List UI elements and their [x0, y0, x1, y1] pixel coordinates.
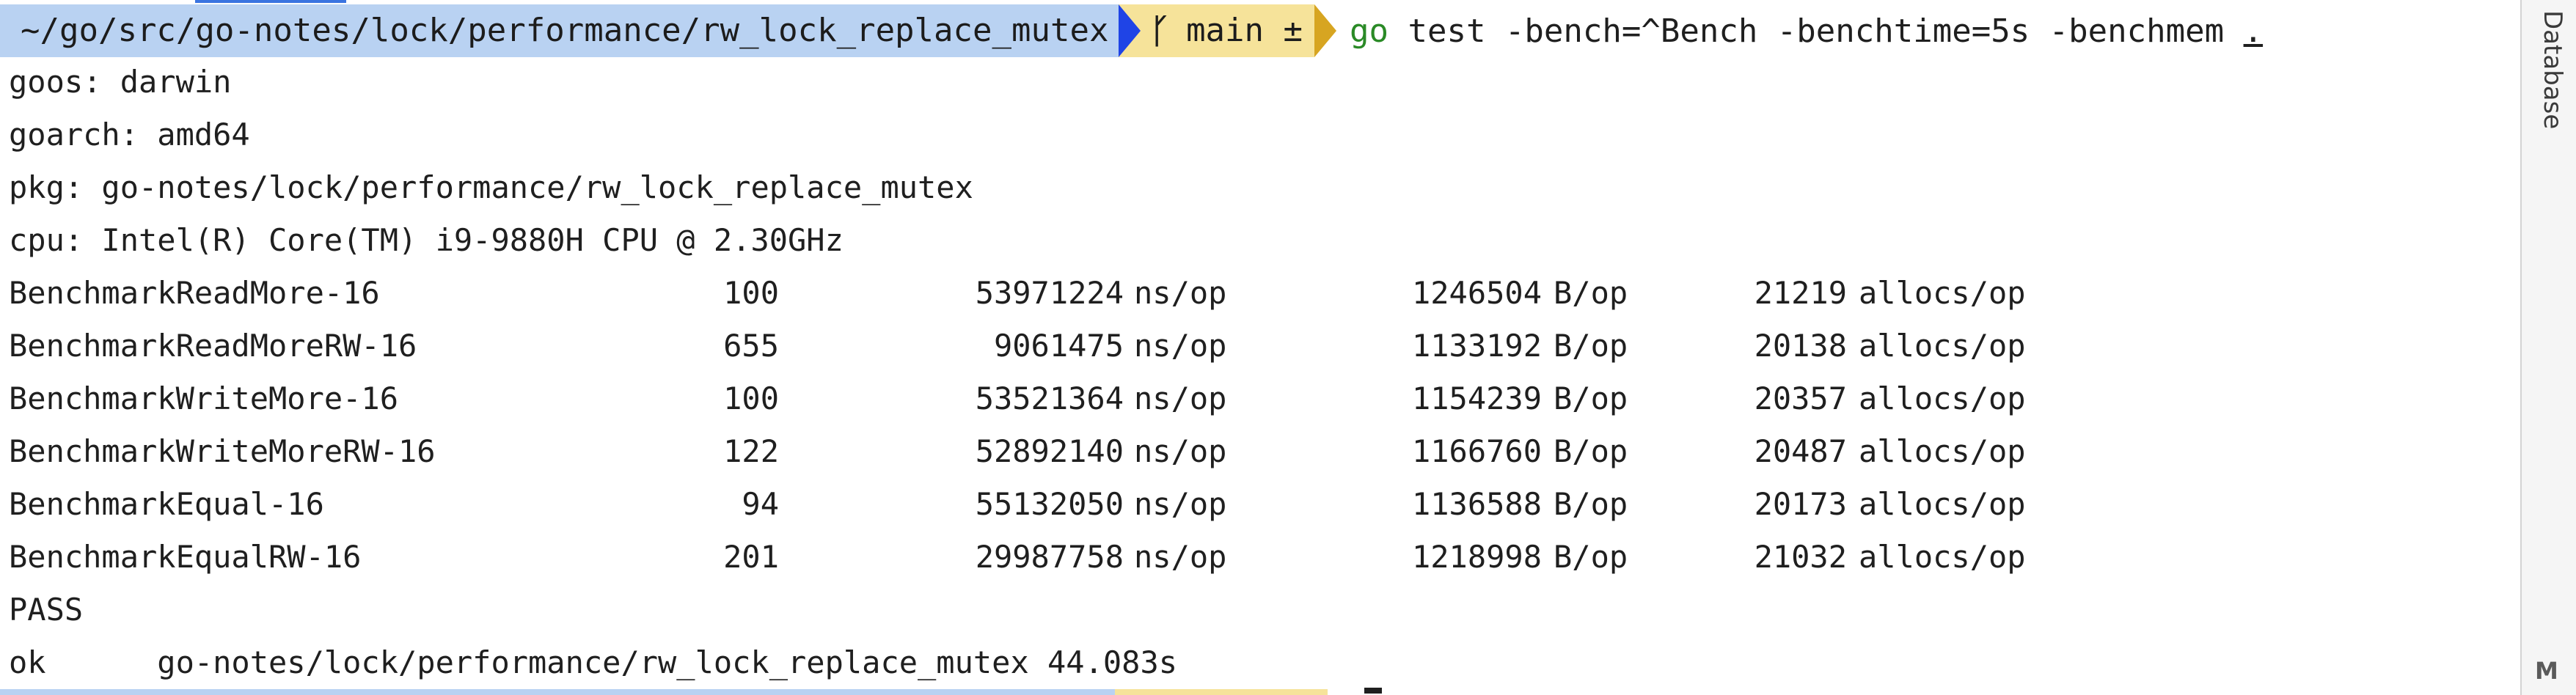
- right-tool-strip: Database M: [2520, 0, 2576, 695]
- benchmark-bytes-unit: B/op: [1554, 486, 1628, 522]
- benchmark-bytes-value: 1246504: [1411, 275, 1542, 311]
- benchmark-ns-value: 52892140: [975, 433, 1124, 469]
- benchmark-allocs-value: 21032: [1754, 539, 1847, 575]
- benchmark-iterations: 94: [742, 486, 779, 522]
- benchmark-bytes-unit: B/op: [1554, 328, 1628, 364]
- prompt-separator-arrow: [1119, 4, 1144, 57]
- benchmark-bytes-unit: B/op: [1554, 433, 1628, 469]
- benchmark-allocs-value: 20173: [1754, 486, 1847, 522]
- git-branch-icon: ᚴ: [1149, 11, 1171, 51]
- command-dot-path[interactable]: .: [2244, 12, 2264, 50]
- benchmark-ns-value: 29987758: [975, 539, 1124, 575]
- benchmark-iterations: 100: [723, 380, 779, 416]
- benchmark-allocs-unit: allocs/op: [1859, 275, 2026, 311]
- command-args: test -bench=^Bench -benchtime=5s -benchm…: [1388, 12, 2244, 50]
- prompt-end-arrow: [1314, 4, 1350, 57]
- benchmark-name: BenchmarkEqual-16: [9, 486, 324, 522]
- benchmark-bytes-value: 1136588: [1411, 486, 1542, 522]
- benchmark-ns-unit: ns/op: [1134, 328, 1227, 364]
- terminal-cursor: [1364, 688, 1382, 694]
- benchmark-ns-unit: ns/op: [1134, 275, 1227, 311]
- benchmark-name: BenchmarkWriteMore-16: [9, 380, 399, 416]
- benchmark-bytes-value: 1133192: [1411, 328, 1542, 364]
- command-go: go: [1350, 12, 1388, 50]
- branch-name: main ±: [1186, 12, 1303, 49]
- benchmark-ns-unit: ns/op: [1134, 433, 1227, 469]
- benchmark-ns-unit: ns/op: [1134, 486, 1227, 522]
- benchmark-ns-unit: ns/op: [1134, 539, 1227, 575]
- benchmark-allocs-value: 21219: [1754, 275, 1847, 311]
- next-prompt-path-segment: [0, 689, 1115, 695]
- benchmark-row: BenchmarkWriteMore-16 100 53521364 ns/op…: [9, 372, 2026, 425]
- output-pkg: pkg: go-notes/lock/performance/rw_lock_r…: [9, 169, 973, 205]
- benchmark-row: BenchmarkReadMoreRW-16 655 9061475 ns/op…: [9, 320, 2026, 372]
- benchmark-iterations: 655: [723, 328, 779, 364]
- benchmark-ns-value: 53521364: [975, 380, 1124, 416]
- benchmark-row: BenchmarkEqual-16 94 55132050 ns/op 1136…: [9, 478, 2026, 531]
- benchmark-allocs-unit: allocs/op: [1859, 539, 2026, 575]
- ide-terminal-window: ~/go/src/go-notes/lock/performance/rw_lo…: [0, 0, 2576, 695]
- benchmark-iterations: 201: [723, 539, 779, 575]
- benchmark-row: BenchmarkReadMore-16 100 53971224 ns/op …: [9, 267, 2026, 320]
- benchmark-bytes-value: 1154239: [1411, 380, 1542, 416]
- benchmark-bytes-value: 1218998: [1411, 539, 1542, 575]
- benchmark-ns-value: 55132050: [975, 486, 1124, 522]
- output-pass: PASS: [9, 592, 84, 628]
- benchmark-ns-value: 9061475: [993, 328, 1124, 364]
- output-cpu: cpu: Intel(R) Core(TM) i9-9880H CPU @ 2.…: [9, 222, 844, 258]
- benchmark-name: BenchmarkWriteMoreRW-16: [9, 433, 436, 469]
- benchmark-allocs-unit: allocs/op: [1859, 433, 2026, 469]
- benchmark-iterations: 122: [723, 433, 779, 469]
- benchmark-allocs-value: 20357: [1754, 380, 1847, 416]
- next-prompt-branch-segment: [1115, 689, 1328, 695]
- benchmark-iterations: 100: [723, 275, 779, 311]
- benchmark-bytes-unit: B/op: [1554, 539, 1628, 575]
- benchmark-row: BenchmarkWriteMoreRW-16 122 52892140 ns/…: [9, 425, 2026, 478]
- benchmark-allocs-unit: allocs/op: [1859, 486, 2026, 522]
- shell-prompt: ~/go/src/go-notes/lock/performance/rw_lo…: [0, 4, 2263, 57]
- benchmark-allocs-value: 20138: [1754, 328, 1847, 364]
- benchmark-allocs-unit: allocs/op: [1859, 328, 2026, 364]
- benchmark-bytes-unit: B/op: [1554, 380, 1628, 416]
- benchmark-ns-unit: ns/op: [1134, 380, 1227, 416]
- benchmark-allocs-value: 20487: [1754, 433, 1847, 469]
- output-goos: goos: darwin: [9, 64, 232, 100]
- database-tool-tab[interactable]: Database: [2531, 6, 2569, 145]
- benchmark-bytes-unit: B/op: [1554, 275, 1628, 311]
- benchmark-row: BenchmarkEqualRW-16 201 29987758 ns/op 1…: [9, 531, 2026, 584]
- benchmark-bytes-value: 1166760: [1411, 433, 1542, 469]
- benchmark-ns-value: 53971224: [975, 275, 1124, 311]
- output-goarch: goarch: amd64: [9, 117, 250, 152]
- prompt-git-branch: ᚴ main ±: [1144, 4, 1315, 57]
- maven-icon[interactable]: M: [2535, 657, 2558, 685]
- benchmark-name: BenchmarkReadMoreRW-16: [9, 328, 417, 364]
- prompt-path: ~/go/src/go-notes/lock/performance/rw_lo…: [0, 4, 1119, 57]
- terminal-panel[interactable]: ~/go/src/go-notes/lock/performance/rw_lo…: [0, 0, 2520, 695]
- benchmark-name: BenchmarkEqualRW-16: [9, 539, 362, 575]
- output-ok: ok go-notes/lock/performance/rw_lock_rep…: [9, 644, 1178, 680]
- benchmark-name: BenchmarkReadMore-16: [9, 275, 380, 311]
- benchmark-allocs-unit: allocs/op: [1859, 380, 2026, 416]
- database-tab-label: Database: [2538, 10, 2567, 130]
